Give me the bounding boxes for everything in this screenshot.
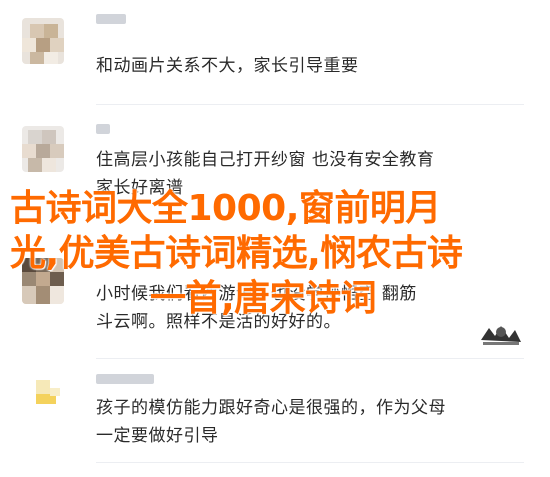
- divider: [96, 104, 524, 105]
- username-blurred: [96, 374, 154, 384]
- avatar-image: [22, 126, 64, 172]
- overlay-title: 古诗词大全1000,窗前明月 光,优美古诗词精选,悯农古诗 一首,唐宋诗词: [10, 186, 540, 321]
- comment-line: 住高层小孩能自己打开纱窗 也没有安全教育: [96, 150, 435, 170]
- avatar[interactable]: [22, 362, 64, 408]
- avatar[interactable]: [22, 18, 64, 64]
- username-blurred: [96, 124, 110, 134]
- comment-line: 孩子的模仿能力跟好奇心是很强的，作为父母: [96, 398, 446, 418]
- avatar[interactable]: [22, 126, 64, 172]
- comment-feed: 和动画片关系不大，家长引导重要 住高层小孩能自己打开纱窗 也没有安全教育 家长好…: [0, 0, 550, 477]
- comment-text: 和动画片关系不大，家长引导重要: [96, 52, 536, 80]
- overlay-title-line: 光,优美古诗词精选,悯农古诗: [10, 233, 463, 274]
- cartoon-sticker-icon: [475, 318, 527, 348]
- comment-text: 孩子的模仿能力跟好奇心是很强的，作为父母 一定要做好引导: [96, 394, 536, 450]
- overlay-title-line: 古诗词大全1000,窗前明月: [10, 188, 441, 229]
- divider: [96, 462, 524, 463]
- avatar-image: [22, 362, 64, 408]
- avatar-image: [22, 18, 64, 64]
- overlay-title-line: 一首,唐宋诗词: [150, 278, 377, 319]
- comment-line: 一定要做好引导: [96, 426, 219, 446]
- divider: [96, 358, 524, 359]
- comment-line: 和动画片关系不大，家长引导重要: [96, 56, 359, 76]
- username-blurred: [96, 14, 126, 24]
